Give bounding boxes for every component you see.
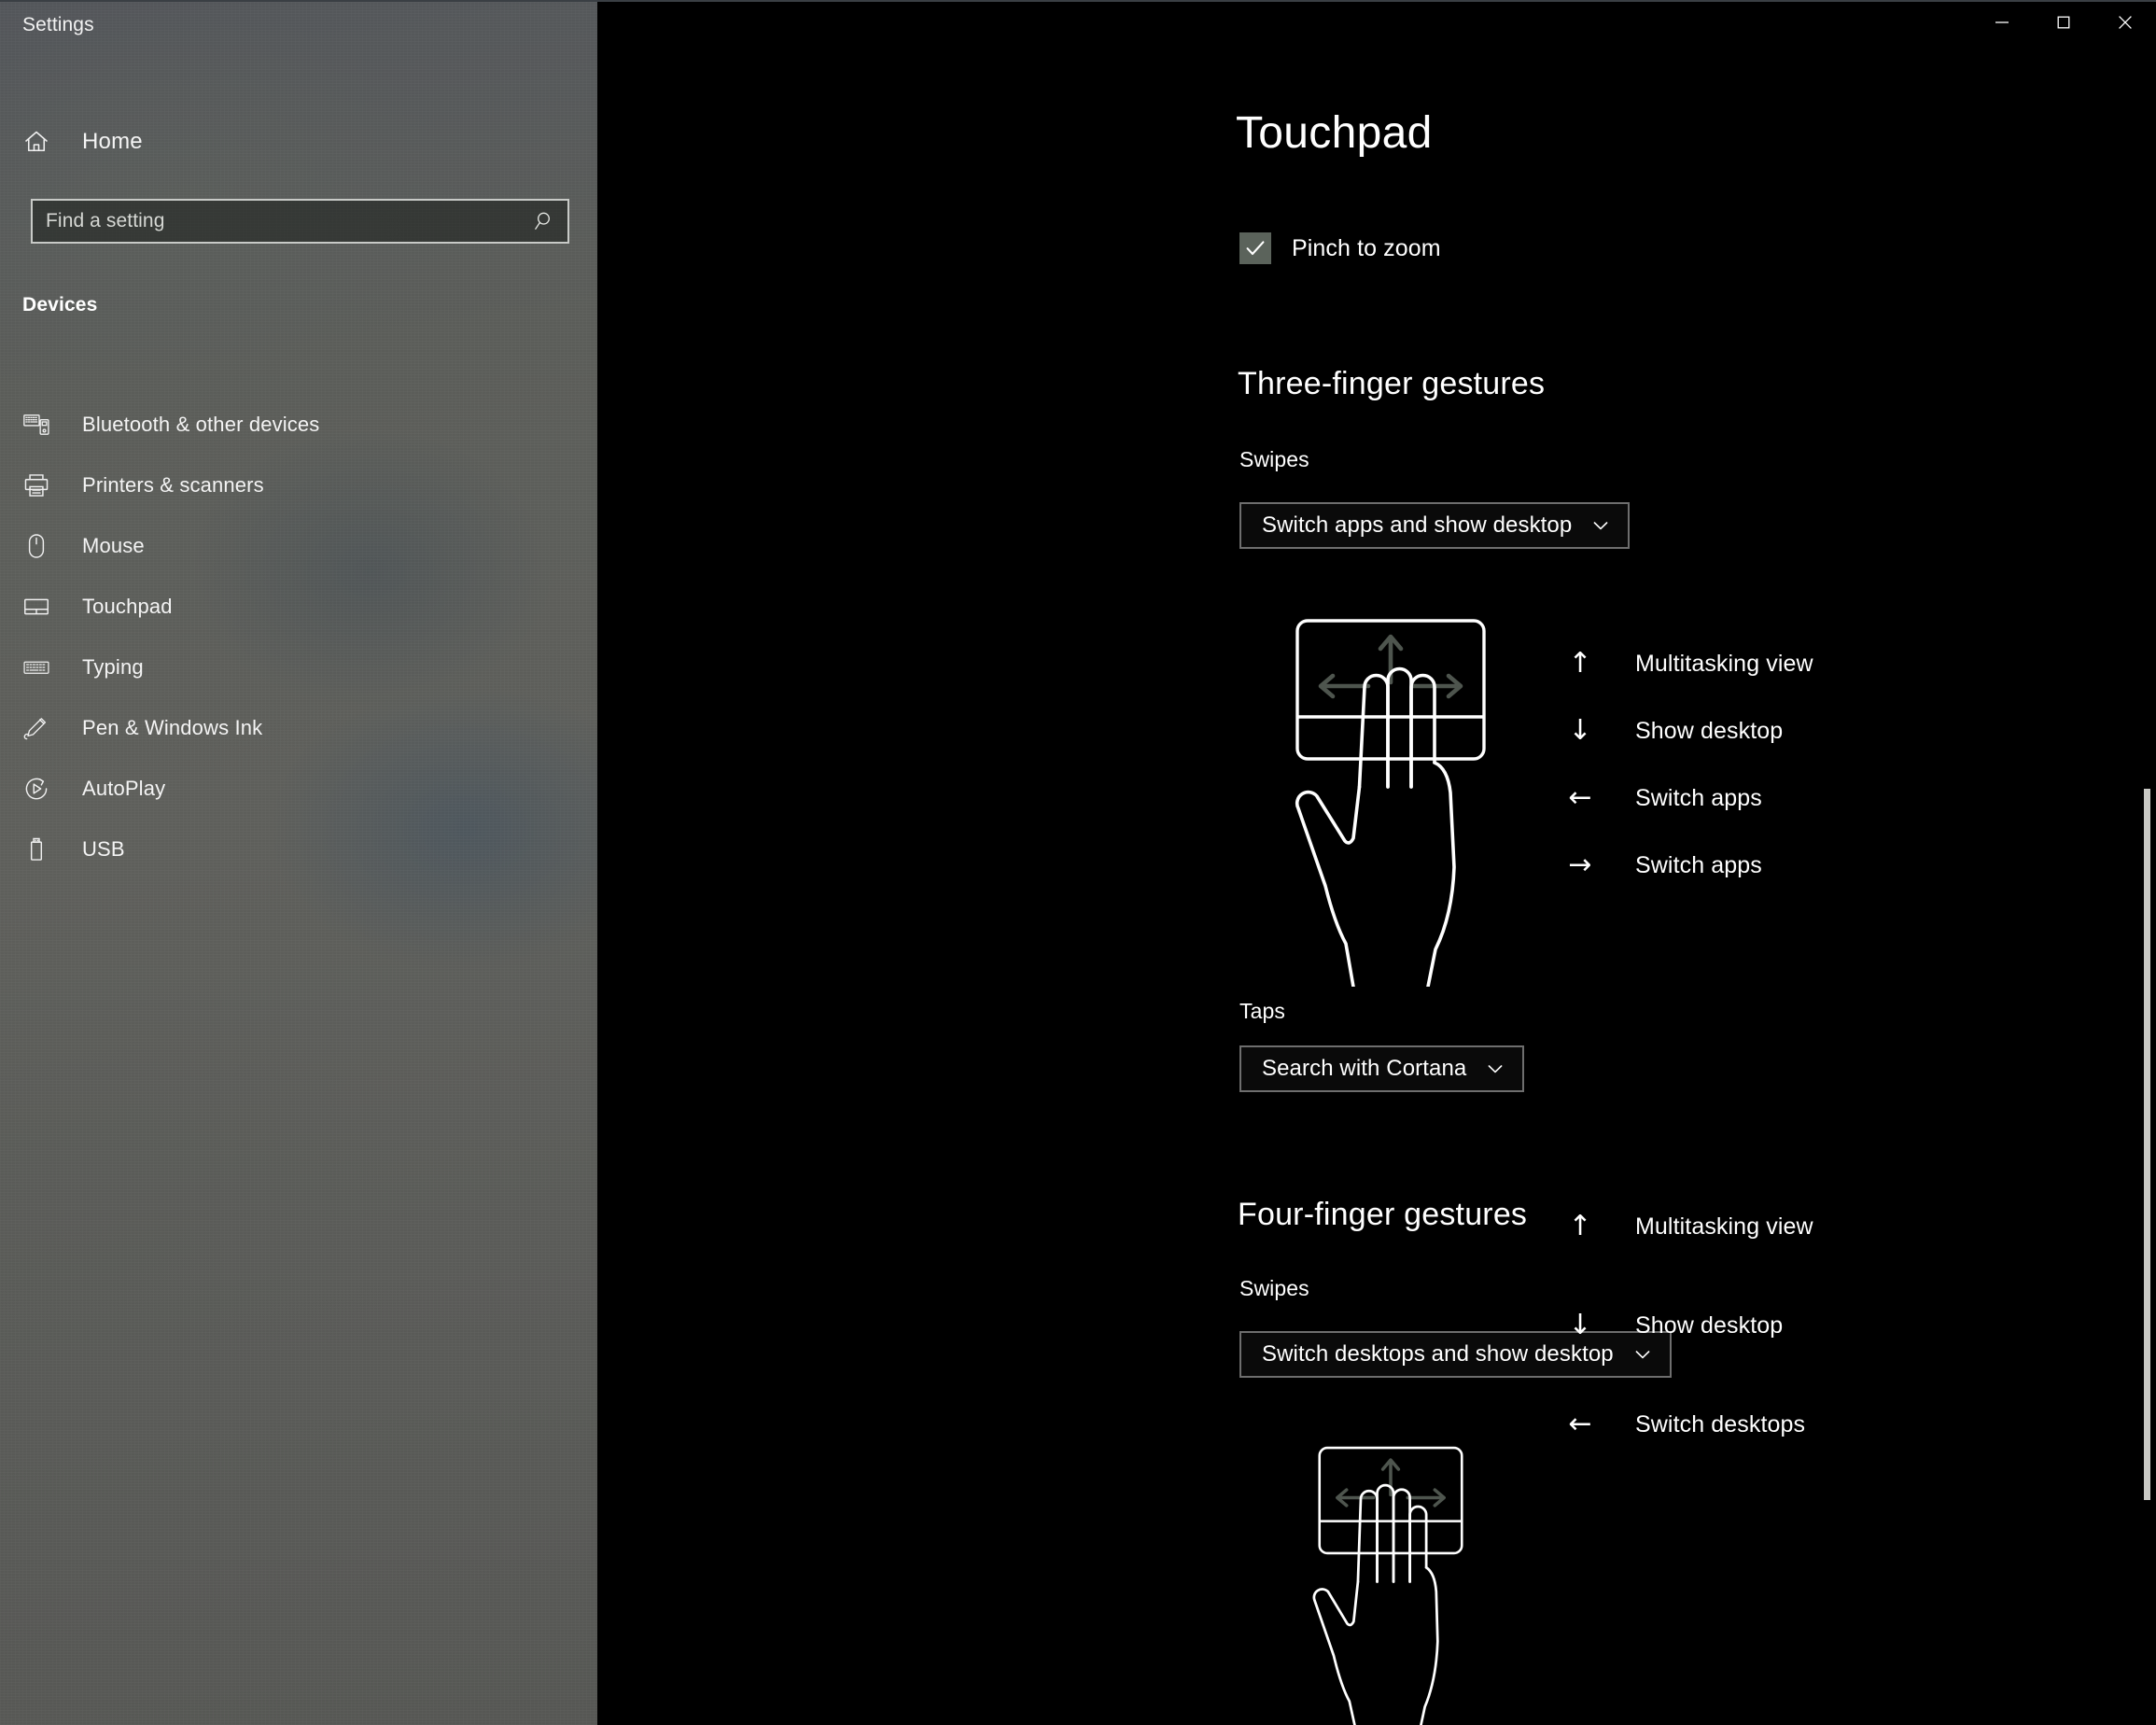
arrow-left-icon: ←: [1568, 1408, 1592, 1440]
maximize-button[interactable]: [2033, 2, 2094, 45]
gesture-label: Switch apps: [1635, 851, 1762, 878]
three-finger-swipes-dropdown[interactable]: Switch apps and show desktop: [1239, 502, 1631, 549]
gesture-label: Show desktop: [1635, 717, 1784, 744]
gesture-row: ← Switch desktops: [1559, 1391, 1805, 1458]
arrow-up-icon: ↑: [1568, 1210, 1592, 1242]
close-button[interactable]: [2094, 2, 2156, 45]
three-finger-taps-value: Search with Cortana: [1262, 1056, 1467, 1081]
window-title: Settings: [22, 14, 94, 35]
search-box[interactable]: [31, 199, 569, 244]
sidebar-item-label: Printers & scanners: [82, 472, 264, 497]
arrow-down-icon: ↓: [1568, 714, 1592, 747]
sidebar-nav-list: Bluetooth & other devices Printers & sca…: [0, 394, 597, 879]
three-finger-taps-dropdown[interactable]: Search with Cortana: [1239, 1045, 1525, 1092]
three-finger-swipes-value: Switch apps and show desktop: [1262, 512, 1573, 538]
three-finger-swipes-label: Swipes: [1239, 447, 1309, 471]
chevron-down-icon: [1483, 1057, 1507, 1081]
sidebar-item-home-label: Home: [82, 129, 143, 154]
four-finger-gestures-heading: Four-finger gestures: [1238, 1197, 1528, 1232]
four-finger-touchpad-illustration: [1288, 1442, 1493, 1725]
gesture-row: ↑ Multitasking view: [1559, 1193, 1813, 1260]
mouse-icon: [22, 532, 63, 560]
settings-content-pane: Touchpad Pinch to zoom Three-finger gest…: [597, 2, 2156, 1725]
gesture-label: Multitasking view: [1635, 650, 1813, 677]
search-icon[interactable]: [523, 209, 567, 233]
chevron-down-icon: [1589, 513, 1613, 538]
search-input[interactable]: [33, 201, 523, 242]
content-scrollbar[interactable]: [2139, 45, 2156, 1725]
sidebar-item-label: AutoPlay: [82, 776, 166, 800]
arrow-up-icon: ↑: [1568, 647, 1592, 680]
sidebar-item-label: Touchpad: [82, 594, 173, 618]
minimize-button[interactable]: [1971, 2, 2033, 45]
sidebar-item-touchpad[interactable]: Touchpad: [0, 576, 597, 637]
printer-icon: [22, 471, 63, 499]
navigation-sidebar: Settings Home Find a setting Devices Blu…: [0, 2, 597, 1725]
pinch-to-zoom-checkbox[interactable]: [1239, 232, 1271, 264]
arrow-left-icon: ←: [1568, 781, 1592, 814]
arrow-right-icon: →: [1568, 848, 1592, 881]
autoplay-icon: [22, 775, 63, 803]
gesture-label: Switch desktops: [1635, 1410, 1806, 1438]
arrow-down-icon: ↓: [1568, 1309, 1592, 1341]
pinch-to-zoom-checkbox-row[interactable]: Pinch to zoom: [1239, 232, 1441, 264]
three-finger-taps-label: Taps: [1239, 999, 1285, 1023]
keyboard-icon: [22, 653, 63, 681]
sidebar-item-label: Typing: [82, 654, 144, 679]
three-finger-touchpad-illustration: [1288, 613, 1493, 991]
scrollbar-thumb[interactable]: [2144, 789, 2150, 1500]
home-icon: [22, 128, 62, 156]
sidebar-item-label: Bluetooth & other devices: [82, 412, 320, 436]
gesture-label: Show desktop: [1635, 1311, 1784, 1339]
sidebar-item-label: Pen & Windows Ink: [82, 715, 263, 739]
touchpad-icon: [22, 593, 63, 621]
sidebar-item-label: USB: [82, 836, 125, 861]
usb-icon: [22, 835, 63, 863]
bluetooth-devices-icon: [22, 411, 63, 439]
window-controls: [1971, 2, 2156, 45]
close-icon: [2115, 12, 2135, 35]
sidebar-item-home[interactable]: Home: [0, 114, 597, 170]
pen-icon: [22, 714, 63, 742]
sidebar-item-pen-windows-ink[interactable]: Pen & Windows Ink: [0, 697, 597, 758]
sidebar-item-bluetooth-other-devices[interactable]: Bluetooth & other devices: [0, 394, 597, 455]
gesture-row: ← Switch apps: [1559, 764, 1813, 832]
sidebar-item-usb[interactable]: USB: [0, 819, 597, 879]
sidebar-item-autoplay[interactable]: AutoPlay: [0, 758, 597, 819]
page-title: Touchpad: [1236, 108, 1433, 158]
gesture-label: Switch apps: [1635, 784, 1762, 811]
sidebar-item-mouse[interactable]: Mouse: [0, 515, 597, 576]
sidebar-item-printers-scanners[interactable]: Printers & scanners: [0, 455, 597, 515]
gesture-row: ↑ Multitasking view: [1559, 630, 1813, 697]
maximize-icon: [2053, 12, 2074, 35]
gesture-label: Multitasking view: [1635, 1213, 1813, 1240]
three-finger-gestures-heading: Three-finger gestures: [1238, 366, 1546, 401]
settings-window: Settings Home Find a setting Devices Blu…: [0, 0, 2156, 1725]
gesture-row: → Switch apps: [1559, 832, 1813, 899]
minimize-icon: [1992, 12, 2012, 35]
pinch-to-zoom-label: Pinch to zoom: [1292, 234, 1441, 261]
sidebar-item-typing[interactable]: Typing: [0, 637, 597, 697]
sidebar-category-header: Devices: [22, 294, 98, 316]
sidebar-item-label: Mouse: [82, 533, 145, 557]
checkmark-icon: [1246, 241, 1265, 256]
gesture-row: ↓ Show desktop: [1559, 1292, 1783, 1359]
four-finger-swipes-label: Swipes: [1239, 1276, 1309, 1300]
three-finger-gesture-list: ↑ Multitasking view ↓ Show desktop ← Swi…: [1559, 630, 1813, 899]
gesture-row: ↓ Show desktop: [1559, 697, 1813, 764]
